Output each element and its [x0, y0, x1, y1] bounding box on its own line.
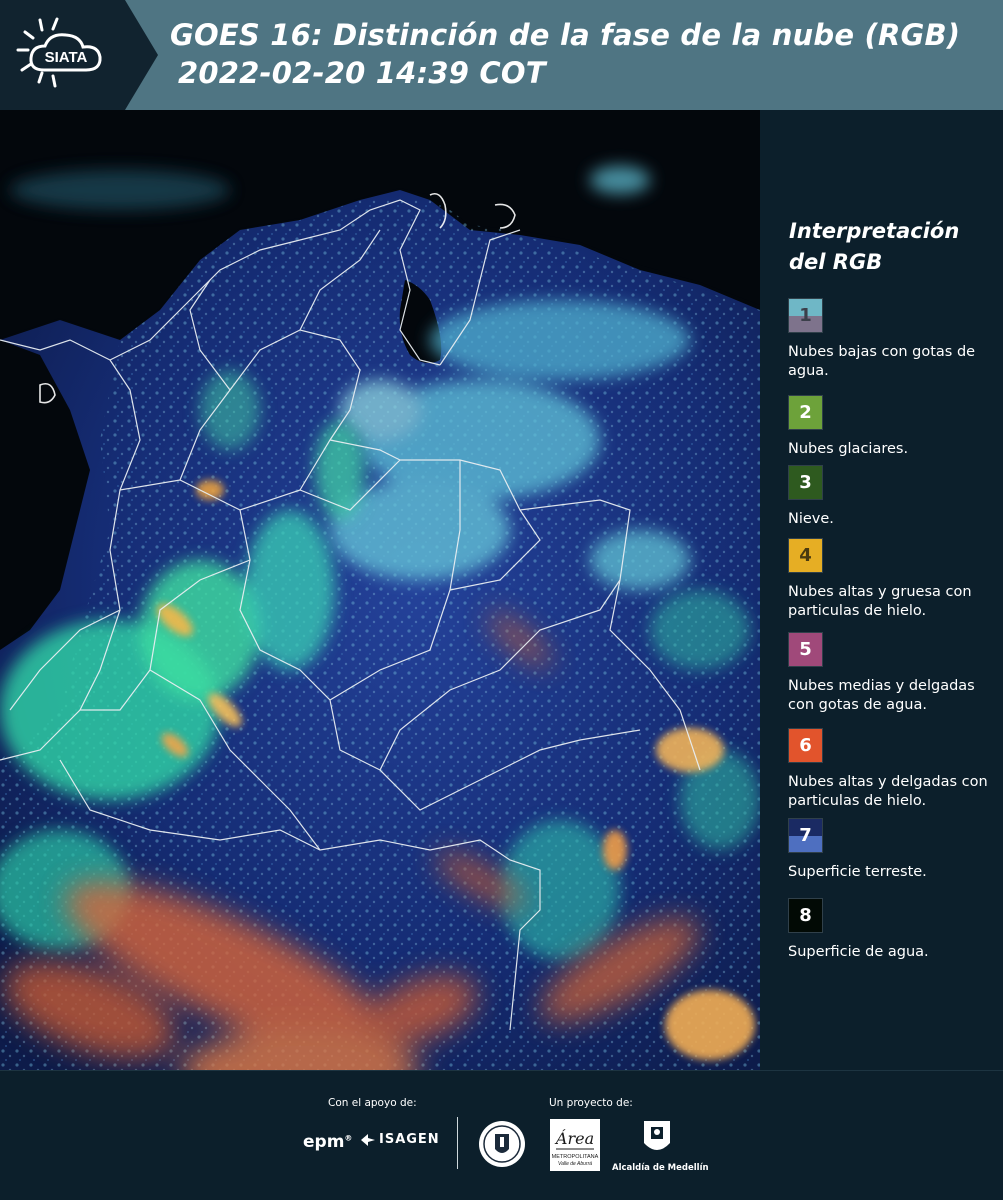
university-seal-logo — [477, 1119, 527, 1173]
legend-item-8: 8 Superficie de agua. — [788, 898, 998, 962]
legend-swatch-3: 3 — [788, 465, 823, 500]
epm-logo-text: epm — [303, 1132, 345, 1152]
legend-label: Superficie terreste. — [788, 864, 927, 880]
svg-text:SIATA: SIATA — [45, 49, 88, 66]
legend-panel: Interpretación del RGB 1 Nubes bajas con … — [760, 110, 1003, 1070]
legend-item-5: 5 Nubes medias y delgadas con gotas de ag… — [788, 632, 998, 715]
satellite-map[interactable] — [0, 110, 760, 1070]
legend-label: Nubes glaciares. — [788, 441, 909, 457]
legend-item-2: 2 Nubes glaciares. — [788, 395, 998, 459]
legend-swatch-1: 1 — [788, 298, 823, 333]
legend-item-1: 1 Nubes bajas con gotas de agua. — [788, 298, 998, 381]
legend-number: 7 — [799, 825, 812, 846]
isagen-logo-text: ISAGEN — [379, 1132, 440, 1147]
legend-item-6: 6 Nubes altas y delgadas con particulas d… — [788, 728, 998, 811]
legend-swatch-4: 4 — [788, 538, 823, 573]
rgb-composite-image — [0, 110, 760, 1070]
legend-label: Superficie de agua. — [788, 944, 929, 960]
header-bar: SIATA GOES 16Distinción de la fase de la… — [0, 0, 1003, 110]
isagen-logo: ISAGEN — [360, 1132, 440, 1147]
legend-swatch-6: 6 — [788, 728, 823, 763]
alcaldia-medellin-logo: Alcaldía de Medellín — [612, 1119, 709, 1173]
legend-number: 8 — [799, 905, 812, 926]
legend-label: Nieve. — [788, 511, 834, 527]
legend-swatch-8: 8 — [788, 898, 823, 933]
area-metropolitana-logo: Área METROPOLITANA Valle de Aburrá — [550, 1119, 600, 1175]
legend-label: Nubes altas y gruesa con particulas de h… — [788, 584, 972, 619]
legend-swatch-2: 2 — [788, 395, 823, 430]
support-label: Con el apoyo de: — [328, 1097, 417, 1109]
legend-swatch-7: 7 — [788, 818, 823, 853]
legend-number: 2 — [799, 402, 812, 423]
legend-title: Interpretación del RGB — [789, 216, 989, 278]
legend-number: 5 — [799, 639, 812, 660]
svg-text:METROPOLITANA: METROPOLITANA — [552, 1154, 599, 1160]
page-title: GOES 16Distinción de la fase de la nube … — [170, 16, 990, 92]
image-datetime: 2022-02-20 14:39 COT — [178, 56, 546, 90]
svg-text:Valle de Aburrá: Valle de Aburrá — [558, 1161, 592, 1167]
legend-title-line-2: del RGB — [789, 250, 883, 274]
legend-label: Nubes altas y delgadas con particulas de… — [788, 774, 988, 809]
footer-divider — [457, 1117, 458, 1169]
legend-item-3: 3 Nieve. — [788, 465, 998, 529]
footer: Con el apoyo de: Un proyecto de: epm® IS… — [0, 1070, 1003, 1200]
legend-number: 1 — [799, 305, 812, 326]
legend-item-7: 7 Superficie terreste. — [788, 818, 998, 882]
title-line-1: GOES 16Distinción de la fase de la nube … — [170, 16, 990, 54]
legend-label: Nubes bajas con gotas de agua. — [788, 344, 976, 379]
satellite-name: GOES 16 — [170, 18, 333, 52]
product-name: Distinción de la fase de la nube (RGB) — [333, 18, 961, 52]
legend-item-4: 4 Nubes altas y gruesa con particulas de … — [788, 538, 998, 621]
medellin-shield-icon — [644, 1121, 670, 1150]
legend-label: Nubes medias y delgadas con gotas de agu… — [788, 678, 975, 713]
epm-logo: epm® — [303, 1132, 353, 1152]
legend-number: 3 — [799, 472, 812, 493]
medellin-logo-text: Alcaldía de Medellín — [612, 1163, 709, 1173]
siata-logo: SIATA — [0, 0, 158, 110]
project-label: Un proyecto de: — [549, 1097, 633, 1109]
svg-text:Área: Área — [554, 1128, 594, 1148]
legend-title-line-1: Interpretación — [789, 219, 960, 243]
legend-number: 4 — [799, 545, 812, 566]
legend-number: 6 — [799, 735, 812, 756]
isagen-icon — [361, 1133, 375, 1146]
legend-swatch-5: 5 — [788, 632, 823, 667]
